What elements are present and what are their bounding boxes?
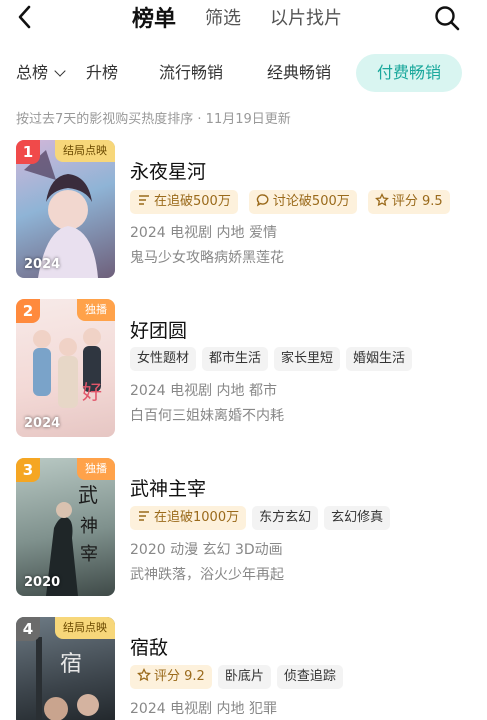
status-badge: 独播 [77, 458, 115, 480]
poster-year: 2024 [24, 257, 61, 272]
tag-label: 评分 9.2 [154, 669, 205, 684]
tag-label: 在追破1000万 [154, 510, 240, 525]
poster-image[interactable]: 武 神 宰 3 独播 2020 [16, 458, 115, 596]
list-icon [139, 511, 149, 521]
status-badge: 结局点映 [55, 617, 115, 639]
svg-text:武: 武 [78, 483, 98, 507]
chip-all-dropdown[interactable]: 总榜 [16, 54, 76, 92]
tag-pill: 家长里短 [274, 347, 341, 371]
svg-text:宿: 宿 [60, 652, 82, 677]
tab-filter[interactable]: 筛选 [205, 4, 241, 30]
tag-pill: 评分 9.2 [130, 665, 212, 689]
poster-year: 2024 [24, 416, 61, 431]
chip-classic-sales[interactable]: 经典畅销 [258, 54, 340, 92]
ranking-description: 按过去7天的影视购买热度排序 · 11月19日更新 [16, 112, 291, 127]
category-chips: 总榜 升榜 流行畅销 经典畅销 付费畅销 [0, 54, 487, 94]
tab-find-by-film[interactable]: 以片找片 [270, 4, 342, 30]
tab-ranking[interactable]: 榜单 [132, 1, 176, 33]
tag-row: 在追破500万 讨论破500万 评分 9.5 [130, 190, 456, 214]
svg-text:宰: 宰 [80, 544, 98, 565]
list-item[interactable]: 好 2 独播 2024 好团圆 女性题材 都市生活 家长里短 婚姻生活 2024 电视… [0, 299, 487, 444]
list-item[interactable]: 宿 4 结局点映 宿敌 评分 9.2 卧底片 侦查追踪 2024 电视剧 内地 犯罪 [0, 617, 487, 720]
tag-pill: 玄幻修真 [324, 506, 391, 530]
poster-year: 2020 [24, 575, 61, 590]
tag-pill: 东方玄幻 [252, 506, 319, 530]
tag-pill: 评分 9.5 [367, 190, 450, 214]
poster-image[interactable]: 好 2 独播 2024 [16, 299, 115, 437]
tag-pill: 女性题材 [130, 347, 197, 371]
rank-badge: 3 [16, 458, 40, 482]
svg-text:神: 神 [80, 516, 98, 537]
back-arrow-icon[interactable] [12, 3, 40, 31]
item-description: 鬼马少女攻略病娇黑莲花 [130, 250, 284, 266]
chip-rising[interactable]: 升榜 [82, 54, 122, 92]
tag-row: 在追破1000万 东方玄幻 玄幻修真 [130, 506, 396, 530]
top-nav: 榜单 筛选 以片找片 [0, 0, 487, 36]
tag-pill: 侦查追踪 [276, 665, 343, 689]
comment-icon [256, 194, 269, 207]
list-icon [139, 195, 149, 205]
rank-badge: 4 [16, 617, 40, 641]
svg-text:好: 好 [82, 380, 102, 404]
poster-image[interactable]: 宿 4 结局点映 [16, 617, 115, 720]
item-meta: 2024 电视剧 内地 爱情 [130, 225, 277, 241]
item-title[interactable]: 武神主宰 [130, 474, 206, 501]
chevron-down-icon [54, 65, 66, 77]
tag-row: 女性题材 都市生活 家长里短 婚姻生活 [130, 347, 418, 371]
tag-label: 评分 9.5 [391, 194, 443, 209]
search-icon[interactable] [432, 3, 462, 33]
chip-popular-sales[interactable]: 流行畅销 [150, 54, 232, 92]
rank-badge: 2 [16, 299, 40, 323]
tag-pill: 讨论破500万 [248, 190, 357, 214]
chip-paid-sales[interactable]: 付费畅销 [356, 54, 462, 92]
item-title[interactable]: 好团圆 [130, 316, 187, 343]
tag-pill: 都市生活 [202, 347, 269, 371]
item-description: 武神跌落，浴火少年再起 [130, 567, 284, 583]
tag-pill: 在追破500万 [130, 190, 238, 214]
item-meta: 2024 电视剧 内地 都市 [130, 383, 277, 399]
poster-image[interactable]: 1 结局点映 2024 [16, 140, 115, 278]
item-title[interactable]: 永夜星河 [130, 157, 206, 184]
item-meta: 2020 动漫 玄幻 3D动画 [130, 542, 283, 558]
item-meta: 2024 电视剧 内地 犯罪 [130, 701, 277, 717]
tag-pill: 在追破1000万 [130, 506, 247, 530]
list-item[interactable]: 武 神 宰 3 独播 2020 武神主宰 在追破1000万 东方玄幻 玄幻修真 20… [0, 458, 487, 603]
tag-pill: 卧底片 [217, 665, 271, 689]
item-title[interactable]: 宿敌 [130, 633, 168, 660]
tag-label: 在追破500万 [154, 194, 231, 209]
status-badge: 独播 [77, 299, 115, 321]
tag-label: 讨论破500万 [272, 194, 350, 209]
chip-all-label: 总榜 [16, 63, 49, 82]
rank-badge: 1 [16, 140, 40, 164]
item-description: 白百何三姐妹离婚不内耗 [130, 408, 284, 424]
list-item[interactable]: 1 结局点映 2024 永夜星河 在追破500万 讨论破500万 评分 9.5 … [0, 140, 487, 285]
star-icon [374, 193, 389, 207]
tag-pill: 婚姻生活 [346, 347, 413, 371]
status-badge: 结局点映 [55, 140, 115, 162]
tag-row: 评分 9.2 卧底片 侦查追踪 [130, 665, 349, 689]
star-icon [137, 668, 151, 682]
